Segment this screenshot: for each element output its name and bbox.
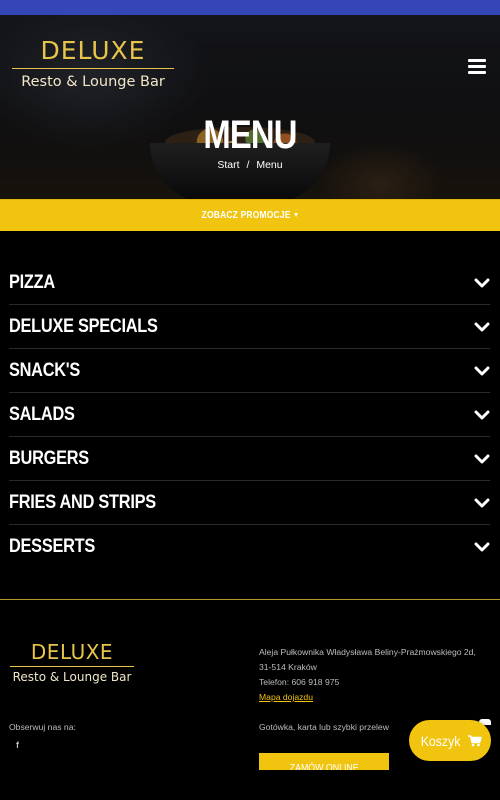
top-bar: [0, 0, 500, 15]
menu-category-list: PIZZA DELUXE SPECIALS SNACK'S SALADS BUR…: [0, 231, 500, 569]
promo-dropdown-button[interactable]: ZOBACZ PROMOCJE ▼: [201, 210, 299, 221]
category-label: FRIES AND STRIPS: [9, 491, 156, 513]
category-label: SALADS: [9, 403, 75, 425]
chevron-down-icon: [474, 542, 490, 552]
category-label: PIZZA: [9, 271, 55, 293]
logo-subtitle: Resto & Lounge Bar: [12, 670, 132, 684]
address-line-2: 31-514 Kraków: [259, 662, 317, 672]
promo-bar: ZOBACZ PROMOCJE ▼: [0, 199, 500, 231]
address-line-1: Aleja Pułkownika Władysława Beliny-Prażm…: [259, 647, 476, 657]
breadcrumb-current: Menu: [256, 159, 283, 171]
category-pizza[interactable]: PIZZA: [9, 261, 490, 305]
header-logo[interactable]: DELUXE Resto & Lounge Bar: [12, 37, 174, 91]
hero-banner: DELUXE Resto & Lounge Bar MENU Start / M…: [0, 15, 500, 199]
caret-down-icon: ▼: [292, 211, 299, 219]
category-snacks[interactable]: SNACK'S: [9, 349, 490, 393]
chevron-down-icon: [474, 454, 490, 463]
facebook-icon[interactable]: f: [16, 740, 19, 750]
category-burgers[interactable]: BURGERS: [9, 437, 490, 481]
chevron-down-icon: [474, 410, 490, 419]
footer-divider: [0, 599, 500, 600]
cart-button[interactable]: Koszyk: [409, 720, 491, 761]
category-deluxe-specials[interactable]: DELUXE SPECIALS: [9, 305, 490, 349]
logo-divider: [12, 68, 174, 69]
chevron-down-icon: [474, 278, 490, 287]
category-label: DELUXE SPECIALS: [9, 315, 158, 337]
footer-logo[interactable]: DELUXE Resto & Lounge Bar: [10, 641, 134, 685]
logo-title: DELUXE: [40, 36, 146, 65]
logo-subtitle: Resto & Lounge Bar: [21, 74, 165, 90]
category-label: BURGERS: [9, 447, 89, 469]
payment-methods: Gotówka, karta lub szybki przelew: [259, 722, 389, 732]
page-title: MENU: [203, 113, 297, 157]
cart-label: Koszyk: [421, 732, 461, 749]
breadcrumb-separator: /: [246, 159, 250, 171]
phone-number: Telefon: 606 918 975: [259, 677, 340, 687]
footer-address: Aleja Pułkownika Władysława Beliny-Prażm…: [259, 645, 489, 705]
logo-title: DELUXE: [30, 640, 114, 664]
cart-icon: [467, 734, 482, 746]
category-salads[interactable]: SALADS: [9, 393, 490, 437]
chevron-down-icon: [474, 366, 490, 375]
breadcrumb-home-link[interactable]: Start: [217, 159, 239, 171]
promo-label: ZOBACZ PROMOCJE: [201, 210, 291, 221]
follow-label: Obserwuj nas na:: [9, 722, 76, 732]
breadcrumb: Start / Menu: [0, 159, 500, 171]
category-label: SNACK'S: [9, 359, 81, 381]
category-fries-and-strips[interactable]: FRIES AND STRIPS: [9, 481, 490, 525]
chevron-down-icon: [474, 498, 490, 507]
map-link[interactable]: Mapa dojazdu: [259, 692, 313, 702]
hamburger-icon[interactable]: [468, 59, 486, 75]
category-label: DESSERTS: [9, 536, 96, 557]
category-desserts[interactable]: DESSERTS: [9, 525, 490, 569]
logo-divider: [10, 666, 134, 667]
chevron-down-icon: [474, 322, 490, 331]
